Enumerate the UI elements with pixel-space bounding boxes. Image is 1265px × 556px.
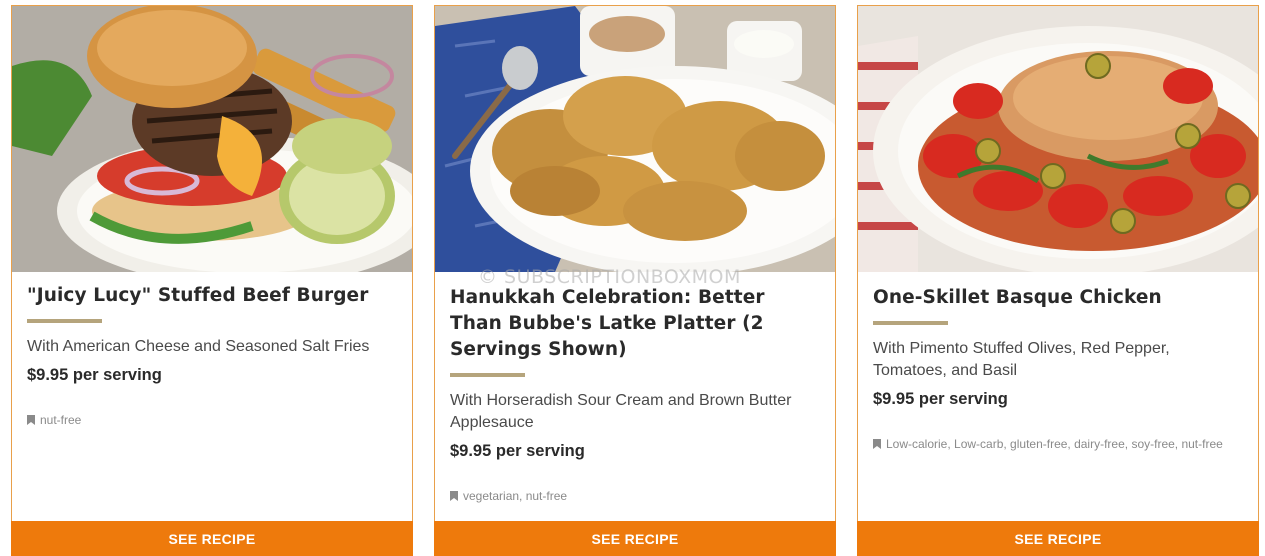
recipe-title[interactable]: "Juicy Lucy" Stuffed Beef Burger	[27, 283, 397, 309]
see-recipe-button[interactable]: SEE RECIPE	[434, 521, 836, 556]
see-recipe-button[interactable]: SEE RECIPE	[11, 521, 413, 556]
bookmark-icon	[27, 415, 35, 425]
recipe-subtitle: With Pimento Stuffed Olives, Red Pepper,…	[873, 340, 1170, 379]
recipe-card[interactable]: One-Skillet Basque Chicken With Pimento …	[857, 5, 1259, 556]
title-divider	[873, 321, 948, 325]
recipe-card-body: Hanukkah Celebration: Better Than Bubbe'…	[450, 285, 820, 461]
recipe-card-grid: "Juicy Lucy" Stuffed Beef Burger With Am…	[0, 0, 1265, 556]
recipe-title[interactable]: One-Skillet Basque Chicken	[873, 285, 1243, 311]
recipe-subtitle: With American Cheese and Seasoned Salt F…	[27, 338, 370, 355]
bookmark-icon	[450, 491, 458, 501]
dietary-tags: nut-free	[27, 412, 397, 429]
recipe-subtitle: With Horseradish Sour Cream and Brown Bu…	[450, 392, 792, 431]
recipe-card-body: "Juicy Lucy" Stuffed Beef Burger With Am…	[27, 283, 397, 385]
dietary-tags: Low-calorie, Low-carb, gluten-free, dair…	[873, 436, 1243, 453]
dietary-tags-text: vegetarian, nut-free	[463, 489, 568, 503]
title-divider	[450, 373, 525, 377]
dietary-tags-text: nut-free	[40, 413, 82, 427]
recipe-card[interactable]: "Juicy Lucy" Stuffed Beef Burger With Am…	[11, 5, 413, 556]
recipe-photo-burger[interactable]	[12, 6, 412, 272]
see-recipe-button[interactable]: SEE RECIPE	[857, 521, 1259, 556]
recipe-title[interactable]: Hanukkah Celebration: Better Than Bubbe'…	[450, 285, 820, 363]
recipe-photo-basque-chicken[interactable]	[858, 6, 1258, 272]
title-divider	[27, 319, 102, 323]
latke-photo-illustration	[435, 6, 835, 272]
dietary-tags-text: Low-calorie, Low-carb, gluten-free, dair…	[886, 437, 1223, 451]
recipe-photo-latkes[interactable]	[435, 6, 835, 272]
bookmark-icon	[873, 439, 881, 449]
burger-photo-illustration	[12, 6, 412, 272]
chicken-photo-illustration	[858, 6, 1258, 272]
recipe-price: $9.95 per serving	[450, 442, 585, 460]
recipe-price: $9.95 per serving	[873, 390, 1008, 408]
dietary-tags: vegetarian, nut-free	[450, 488, 820, 505]
recipe-price: $9.95 per serving	[27, 366, 162, 384]
watermark-text: © SUBSCRIPTIONBOXMOM	[478, 266, 741, 288]
recipe-card-body: One-Skillet Basque Chicken With Pimento …	[873, 285, 1243, 409]
